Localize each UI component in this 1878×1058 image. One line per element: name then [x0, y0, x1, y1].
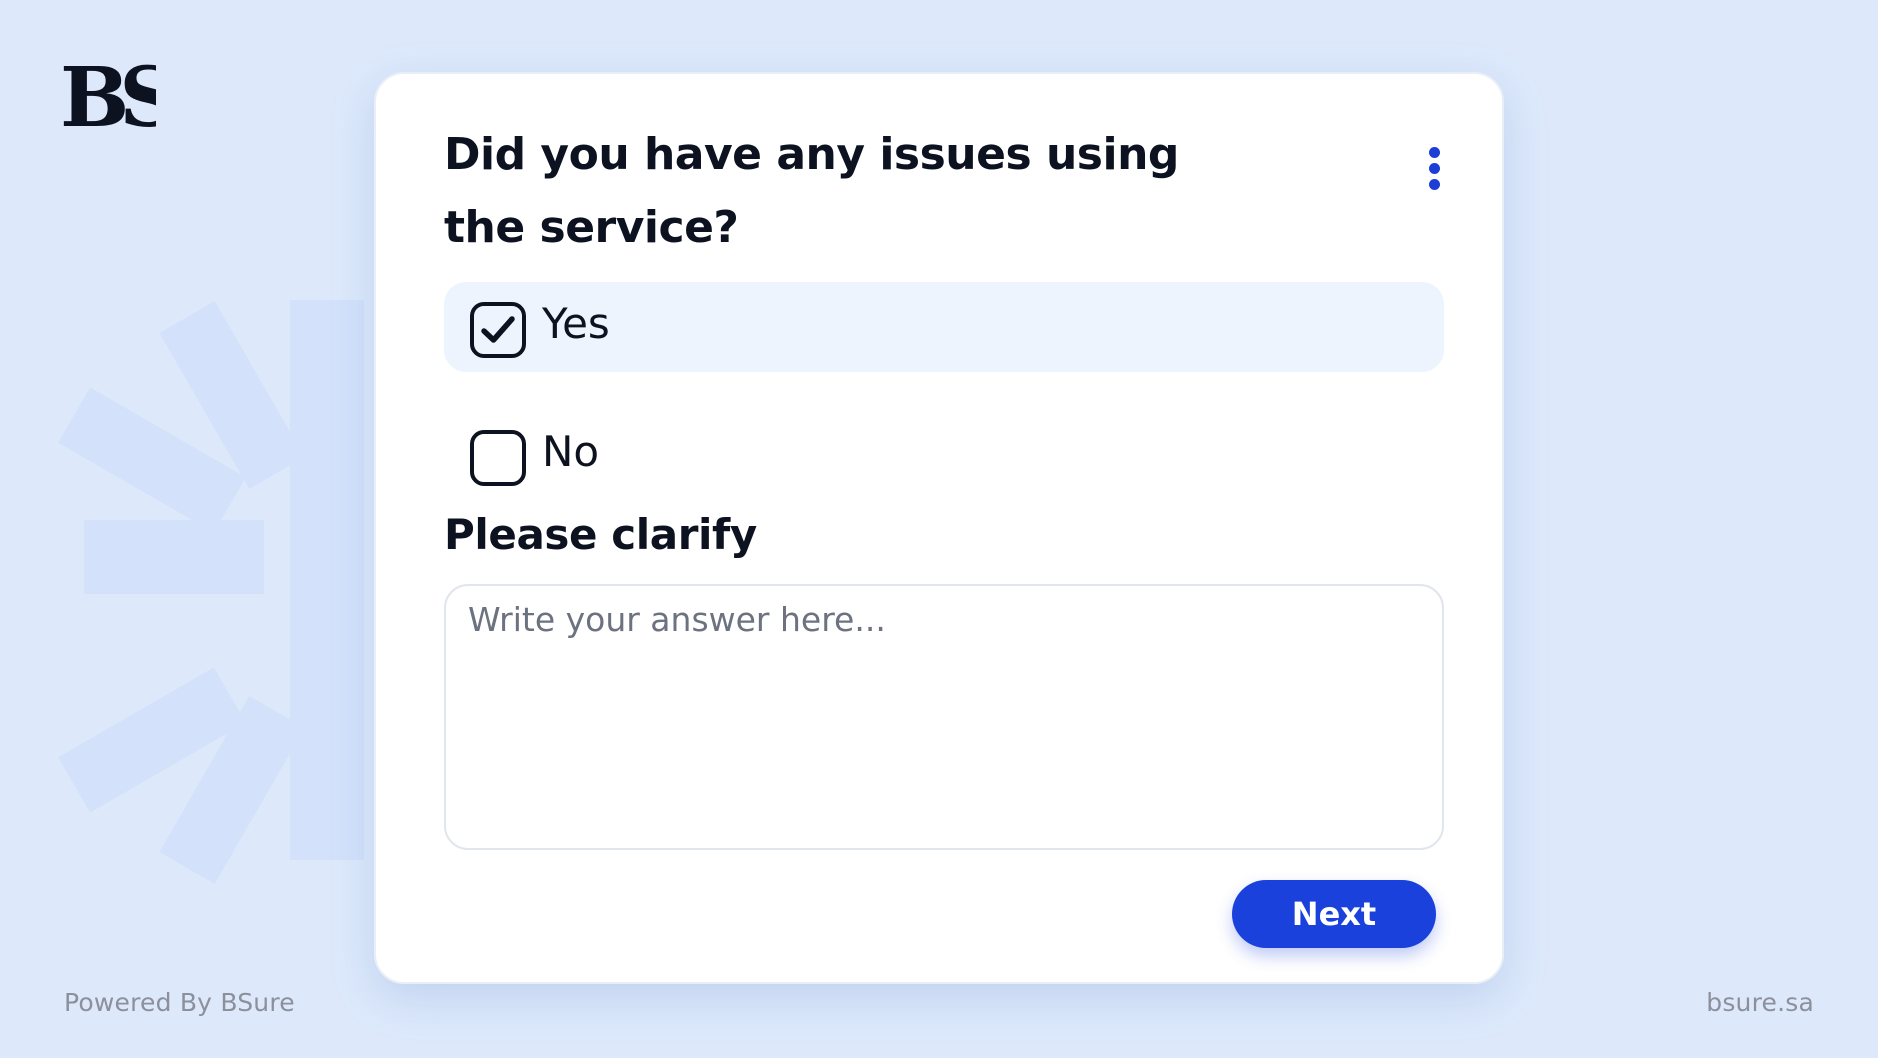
option-yes-label: Yes: [542, 298, 610, 348]
powered-by-text: Powered By BSure: [64, 988, 295, 1017]
option-yes[interactable]: Yes: [444, 282, 1444, 372]
answer-textarea[interactable]: [444, 584, 1444, 850]
no-checkbox[interactable]: [470, 430, 526, 486]
option-no[interactable]: No: [444, 410, 1444, 500]
yes-checkbox[interactable]: [470, 302, 526, 358]
option-no-label: No: [542, 426, 600, 476]
survey-card: Did you have any issues using the servic…: [374, 72, 1504, 984]
bsure-logo-icon: BS: [60, 58, 156, 134]
kebab-menu-icon: [1428, 146, 1440, 158]
checkmark-icon: [481, 316, 515, 343]
next-button[interactable]: Next: [1232, 880, 1436, 948]
more-options-button[interactable]: [1416, 142, 1452, 194]
survey-question: Did you have any issues using the servic…: [444, 129, 1179, 253]
kebab-menu-icon-dot: [1428, 162, 1440, 174]
clarify-label: Please clarify: [444, 510, 757, 559]
svg-text:BS: BS: [60, 58, 156, 134]
website-link[interactable]: bsure.sa: [1706, 988, 1814, 1017]
kebab-menu-icon-dot: [1428, 178, 1440, 190]
